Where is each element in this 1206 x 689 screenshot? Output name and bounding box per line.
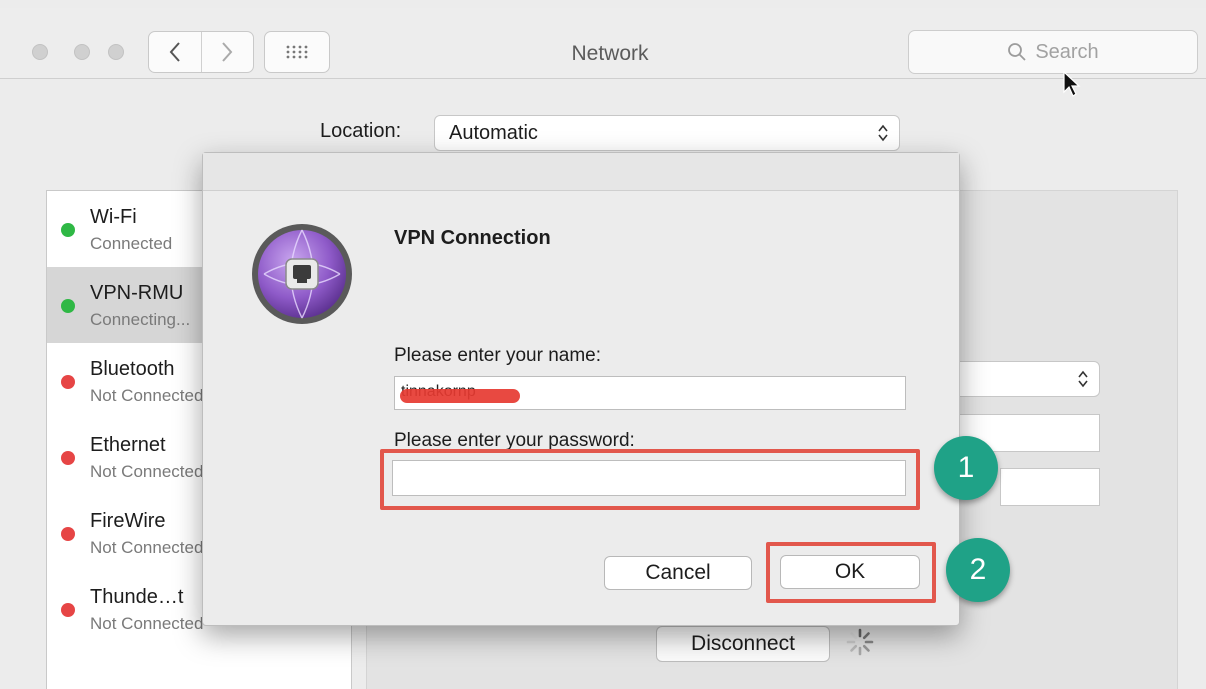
show-all-button[interactable] bbox=[264, 31, 330, 73]
location-select[interactable]: Automatic bbox=[434, 115, 900, 151]
window-titlebar: Network Search bbox=[0, 8, 1206, 79]
service-name: VPN-RMU bbox=[90, 282, 184, 304]
minimize-window-button[interactable] bbox=[74, 44, 90, 60]
service-status: Not Connected bbox=[90, 386, 204, 405]
step-2-badge: 2 bbox=[946, 538, 1010, 602]
service-status: Not Connected bbox=[90, 538, 204, 557]
back-forward-group bbox=[148, 31, 254, 73]
service-name: Wi-Fi bbox=[90, 206, 137, 228]
ok-highlight-box bbox=[766, 542, 936, 603]
service-status: Connecting... bbox=[90, 310, 191, 329]
service-status: Not Connected bbox=[90, 462, 204, 481]
status-dot bbox=[61, 375, 75, 389]
status-dot bbox=[61, 527, 75, 541]
updown-arrows-icon bbox=[1078, 370, 1088, 388]
service-name: Thunde…t bbox=[90, 586, 184, 608]
step-1-badge: 1 bbox=[934, 436, 998, 500]
status-dot bbox=[61, 451, 75, 465]
disconnect-button[interactable]: Disconnect bbox=[656, 626, 830, 662]
updown-arrows-icon bbox=[878, 124, 888, 142]
service-name: Ethernet bbox=[90, 434, 166, 456]
account-name-field[interactable] bbox=[1000, 468, 1100, 506]
status-dot bbox=[61, 603, 75, 617]
vpn-globe-icon bbox=[252, 224, 352, 324]
zoom-window-button[interactable] bbox=[108, 44, 124, 60]
spinner-icon bbox=[846, 628, 874, 656]
dialog-title: VPN Connection bbox=[394, 227, 551, 249]
service-status: Not Connected bbox=[90, 614, 204, 633]
location-value: Automatic bbox=[449, 122, 538, 144]
grid-icon bbox=[286, 45, 308, 59]
window-title: Network bbox=[571, 42, 649, 65]
service-name: FireWire bbox=[90, 510, 166, 532]
search-placeholder: Search bbox=[1035, 40, 1099, 63]
status-dot bbox=[61, 299, 75, 313]
dialog-header bbox=[203, 153, 959, 191]
back-button[interactable] bbox=[149, 32, 201, 72]
location-label: Location: bbox=[320, 120, 402, 142]
service-status: Connected bbox=[90, 234, 173, 253]
redaction-mark bbox=[400, 389, 520, 403]
mouse-cursor-icon bbox=[1063, 70, 1081, 97]
search-input[interactable]: Search bbox=[908, 30, 1198, 74]
service-name: Bluetooth bbox=[90, 358, 175, 380]
cancel-button[interactable]: Cancel bbox=[604, 556, 752, 590]
forward-button[interactable] bbox=[200, 32, 254, 72]
back-chevron-icon bbox=[169, 42, 180, 62]
status-dot bbox=[61, 223, 75, 237]
password-highlight-box bbox=[380, 449, 920, 510]
close-window-button[interactable] bbox=[32, 44, 48, 60]
name-prompt: Please enter your name: bbox=[394, 345, 602, 366]
forward-chevron-icon bbox=[222, 42, 233, 62]
search-icon bbox=[1008, 43, 1026, 61]
